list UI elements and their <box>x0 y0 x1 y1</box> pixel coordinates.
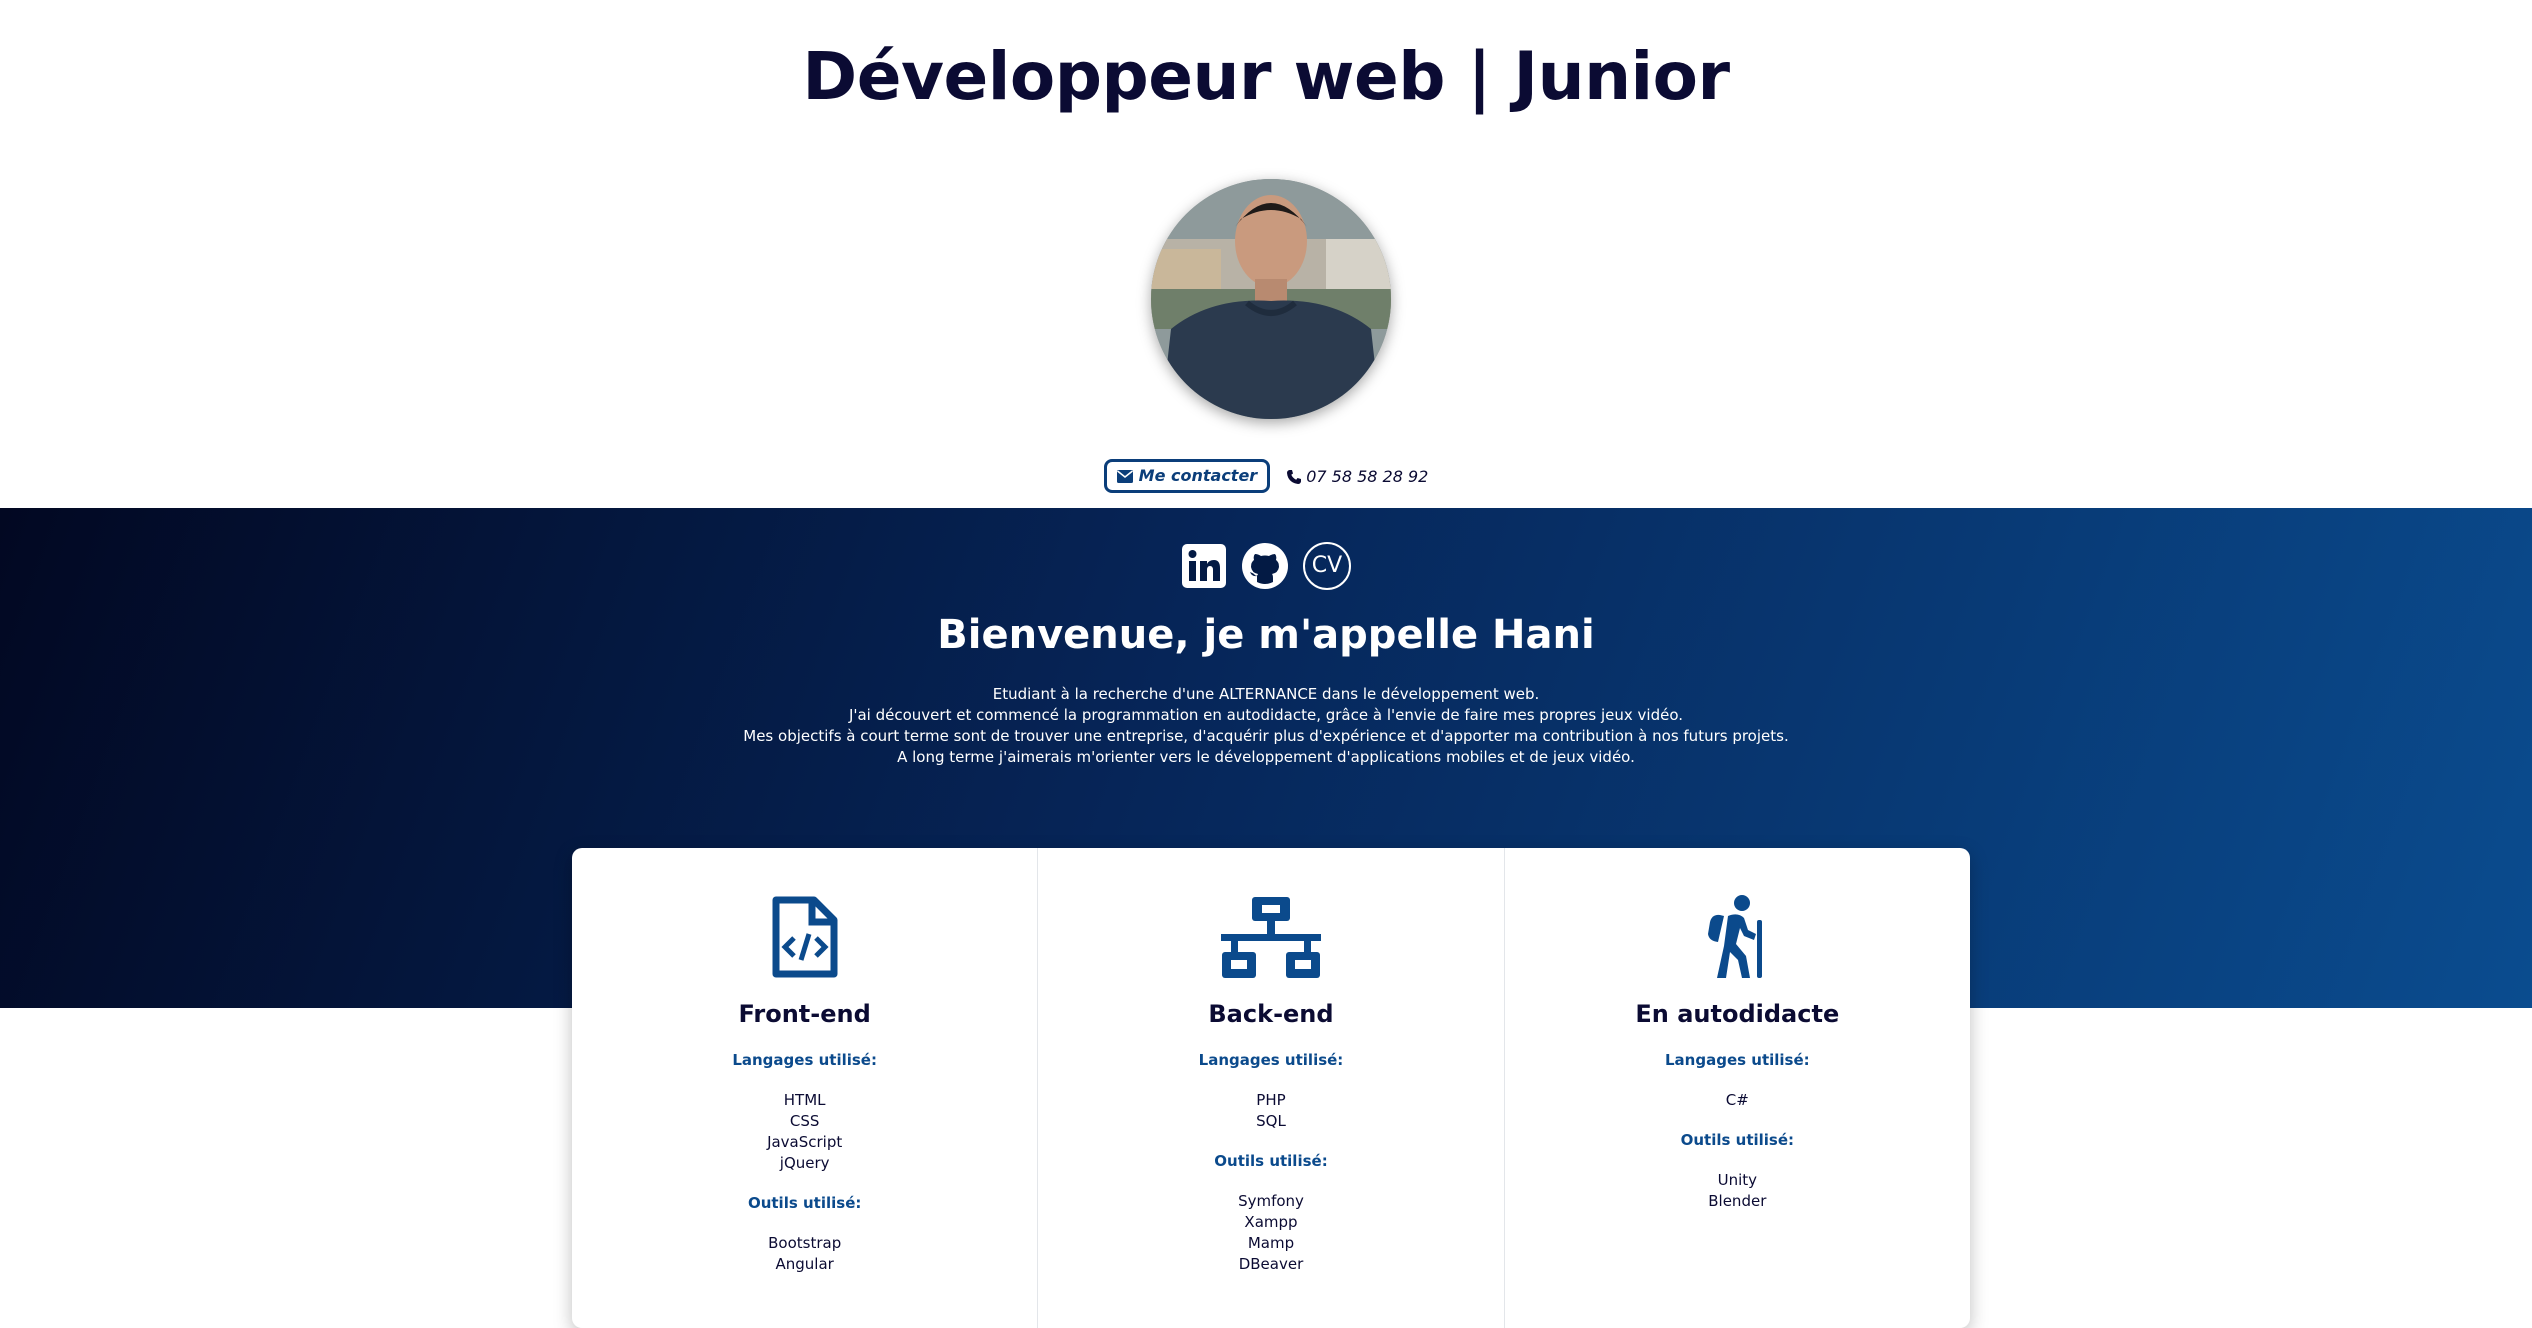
hero-line: J'ai découvert et commencé la programmat… <box>848 706 1684 724</box>
card-body: Langages utilisé: C# Outils utilisé: Uni… <box>1505 1050 1970 1231</box>
hiking-icon <box>1505 894 1970 980</box>
hero-description: Etudiant à la recherche d'une ALTERNANCE… <box>0 684 2532 768</box>
list-item: HTML <box>783 1091 826 1109</box>
file-code-icon <box>572 894 1037 980</box>
list-item: C# <box>1725 1091 1749 1109</box>
cv-link[interactable]: CV <box>1303 542 1351 590</box>
card-body: Langages utilisé: HTML CSS JavaScript jQ… <box>572 1050 1037 1294</box>
languages-heading: Langages utilisé: <box>1664 1051 1810 1069</box>
github-link[interactable] <box>1241 542 1289 590</box>
tools-list: Unity Blender <box>1505 1170 1970 1212</box>
card-back-end: Back-end Langages utilisé: PHP SQL Outil… <box>1038 848 1505 1328</box>
network-icon <box>1038 894 1503 980</box>
card-title: Front-end <box>738 1000 871 1028</box>
list-item: Angular <box>775 1255 834 1273</box>
card-body: Langages utilisé: PHP SQL Outils utilisé… <box>1038 1050 1503 1294</box>
list-item: DBeaver <box>1238 1255 1304 1273</box>
envelope-icon <box>1116 470 1133 483</box>
list-item: Mamp <box>1247 1234 1295 1252</box>
tools-list: Symfony Xampp Mamp DBeaver <box>1038 1191 1503 1275</box>
hero-line: Mes objectifs à court terme sont de trou… <box>743 727 1789 745</box>
list-item: Symfony <box>1238 1192 1304 1210</box>
card-autodidacte: En autodidacte Langages utilisé: C# Outi… <box>1505 848 1970 1328</box>
card-title: Back-end <box>1208 1000 1334 1028</box>
phone-text: 07 58 58 28 92 <box>1306 466 1429 486</box>
header-section: Développeur web | Junior Me contacter 07… <box>0 0 2532 508</box>
phone-icon <box>1287 469 1302 484</box>
skills-cards: Front-end Langages utilisé: HTML CSS Jav… <box>572 848 1970 1328</box>
languages-heading: Langages utilisé: <box>1198 1051 1344 1069</box>
list-item: Xampp <box>1244 1213 1298 1231</box>
languages-list: C# <box>1505 1090 1970 1111</box>
hero-line: Etudiant à la recherche d'une ALTERNANCE… <box>992 685 1540 703</box>
hero-title: Bienvenue, je m'appelle Hani <box>937 612 1595 658</box>
tools-list: Bootstrap Angular <box>572 1233 1037 1275</box>
list-item: PHP <box>1256 1091 1286 1109</box>
github-icon <box>1242 543 1288 589</box>
hero-line: A long terme j'aimerais m'orienter vers … <box>897 748 1635 766</box>
cv-icon: CV <box>1303 542 1351 590</box>
card-title: En autodidacte <box>1635 1000 1840 1028</box>
list-item: JavaScript <box>767 1133 843 1151</box>
contact-label: Me contacter <box>1138 466 1258 485</box>
list-item: jQuery <box>779 1154 830 1172</box>
list-item: Unity <box>1717 1171 1758 1189</box>
languages-list: HTML CSS JavaScript jQuery <box>572 1090 1037 1174</box>
list-item: Bootstrap <box>768 1234 842 1252</box>
tools-heading: Outils utilisé: <box>1214 1152 1328 1170</box>
page-title: Développeur web | Junior <box>802 38 1730 115</box>
list-item: SQL <box>1256 1112 1286 1130</box>
phone-number: 07 58 58 28 92 <box>1286 467 1428 486</box>
card-front-end: Front-end Langages utilisé: HTML CSS Jav… <box>572 848 1039 1328</box>
contact-button[interactable]: Me contacter <box>1103 459 1271 493</box>
linkedin-link[interactable] <box>1181 543 1227 589</box>
avatar <box>1151 179 1391 419</box>
social-links: CV <box>0 542 2532 590</box>
tools-heading: Outils utilisé: <box>1680 1131 1795 1149</box>
list-item: Blender <box>1708 1192 1767 1210</box>
list-item: CSS <box>789 1112 820 1130</box>
tools-heading: Outils utilisé: <box>747 1194 862 1212</box>
languages-heading: Langages utilisé: <box>732 1051 877 1069</box>
languages-list: PHP SQL <box>1038 1090 1503 1132</box>
contact-row: Me contacter 07 58 58 28 92 <box>0 459 2532 493</box>
linkedin-icon <box>1182 544 1226 588</box>
